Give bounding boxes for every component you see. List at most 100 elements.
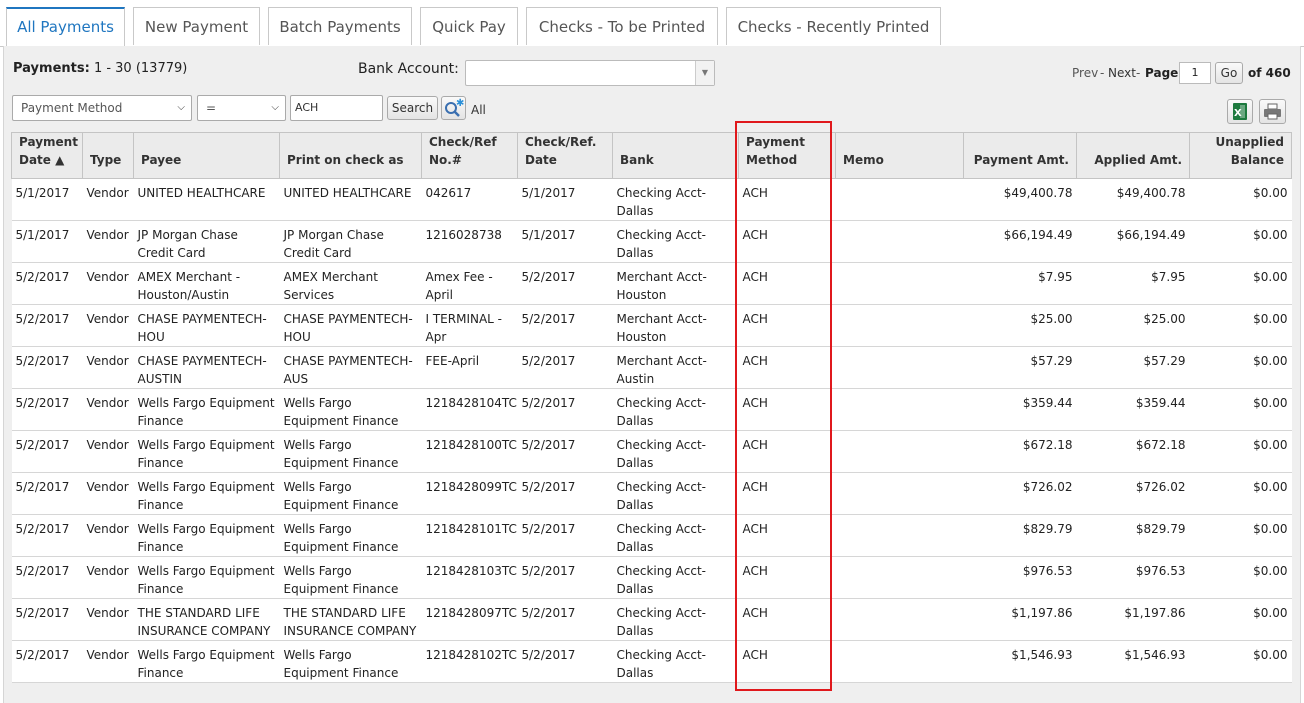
column-header-check-ref-no[interactable]: Check/Ref No.# <box>421 132 518 179</box>
column-header-check-ref-date[interactable]: Check/Ref. Date <box>517 132 613 179</box>
pager-sep: - <box>1136 66 1141 80</box>
column-header-bank[interactable]: Bank <box>612 132 739 179</box>
tab-quick-pay[interactable]: Quick Pay <box>420 7 518 45</box>
cell-bank: Merchant Acct-Houston <box>612 304 739 347</box>
cell-check-ref-no: I TERMINAL - Apr <box>421 304 518 347</box>
printer-icon[interactable] <box>1259 99 1286 124</box>
table-row[interactable]: 5/1/2017 Vendor UNITED HEALTHCARE UNITED HE… <box>11 178 1292 221</box>
cell-applied-amt: $726.02 <box>1076 472 1190 515</box>
table-row[interactable]: 5/2/2017 Vendor Wells Fargo Equipment Fina… <box>11 640 1292 683</box>
all-link[interactable]: All <box>471 103 486 117</box>
cell-payment-date: 5/2/2017 <box>11 556 83 599</box>
cell-unapplied-balance: $0.00 <box>1189 598 1292 641</box>
column-header-unapplied-balance[interactable]: Unapplied Balance <box>1189 132 1292 179</box>
column-header-payment-amt[interactable]: Payment Amt. <box>963 132 1077 179</box>
cell-type: Vendor <box>82 220 134 263</box>
tab-new-payment[interactable]: New Payment <box>133 7 260 45</box>
column-header-applied-amt[interactable]: Applied Amt. <box>1076 132 1190 179</box>
cell-check-ref-no: FEE-April <box>421 346 518 389</box>
tab-checks-recently-printed[interactable]: Checks - Recently Printed <box>726 7 941 45</box>
excel-icon[interactable]: X <box>1227 99 1253 124</box>
svg-text:✱: ✱ <box>456 98 464 109</box>
tab-checks-to-be-printed[interactable]: Checks - To be Printed <box>526 7 718 45</box>
column-header-print-on-check-as[interactable]: Print on check as <box>279 132 422 179</box>
cell-check-ref-no: 1218428104TC <box>421 388 518 431</box>
cell-check-ref-no: 1218428102TC <box>421 640 518 683</box>
cell-print-on-check-as: AMEX Merchant Services <box>279 262 422 305</box>
cell-print-on-check-as: Wells Fargo Equipment Finance <box>279 640 422 683</box>
search-button[interactable]: Search <box>387 96 438 120</box>
table-header-row: Payment Date ▲ Type Payee Print on check… <box>11 132 1292 179</box>
column-header-payee[interactable]: Payee <box>133 132 280 179</box>
cell-payment-date: 5/2/2017 <box>11 430 83 473</box>
table-row[interactable]: 5/2/2017 Vendor Wells Fargo Equipment Fina… <box>11 472 1292 515</box>
page-number-input[interactable]: 1 <box>1179 62 1211 84</box>
page-label: Page <box>1145 66 1178 80</box>
cell-bank: Checking Acct-Dallas <box>612 472 739 515</box>
page-total: of 460 <box>1248 66 1291 80</box>
tab-all-payments[interactable]: All Payments <box>6 7 125 47</box>
cell-unapplied-balance: $0.00 <box>1189 262 1292 305</box>
cell-unapplied-balance: $0.00 <box>1189 178 1292 221</box>
cell-payee: CHASE PAYMENTECH-HOU <box>133 304 280 347</box>
cell-type: Vendor <box>82 178 134 221</box>
cell-payment-amt: $7.95 <box>963 262 1077 305</box>
cell-check-ref-no: 1218428103TC <box>421 556 518 599</box>
cell-bank: Checking Acct-Dallas <box>612 430 739 473</box>
table-row[interactable]: 5/2/2017 Vendor THE STANDARD LIFE INSURANC… <box>11 598 1292 641</box>
table-row[interactable]: 5/2/2017 Vendor Wells Fargo Equipment Fina… <box>11 430 1292 473</box>
cell-payment-date: 5/2/2017 <box>11 304 83 347</box>
magnifier-star-icon-glyph: ✱ <box>445 98 464 117</box>
filter-operator-select[interactable]: = ⌵ <box>197 95 286 121</box>
cell-payment-date: 5/2/2017 <box>11 472 83 515</box>
pager-next[interactable]: Next <box>1108 66 1136 80</box>
tab-batch-payments[interactable]: Batch Payments <box>268 7 412 45</box>
cell-payee: THE STANDARD LIFE INSURANCE COMPANY <box>133 598 280 641</box>
cell-type: Vendor <box>82 304 134 347</box>
svg-text:X: X <box>1234 108 1242 119</box>
cell-applied-amt: $25.00 <box>1076 304 1190 347</box>
cell-unapplied-balance: $0.00 <box>1189 388 1292 431</box>
cell-check-ref-no: 1216028738 <box>421 220 518 263</box>
magnifier-star-icon[interactable]: ✱ <box>441 96 466 120</box>
table-row[interactable]: 5/2/2017 Vendor Wells Fargo Equipment Fina… <box>11 556 1292 599</box>
payments-table: Payment Date ▲ Type Payee Print on check… <box>11 132 1292 683</box>
cell-type: Vendor <box>82 388 134 431</box>
cell-check-ref-no: 1218428099TC <box>421 472 518 515</box>
filter-field-select[interactable]: Payment Method ⌵ <box>12 95 192 121</box>
pager-prev[interactable]: Prev <box>1072 66 1098 80</box>
cell-payment-amt: $672.18 <box>963 430 1077 473</box>
column-header-memo[interactable]: Memo <box>835 132 964 179</box>
table-row[interactable]: 5/1/2017 Vendor JP Morgan Chase Credit Car… <box>11 220 1292 263</box>
table-row[interactable]: 5/2/2017 Vendor Wells Fargo Equipment Fina… <box>11 388 1292 431</box>
page-total-text: of 460 <box>1248 66 1291 80</box>
table-row[interactable]: 5/2/2017 Vendor CHASE PAYMENTECH-AUSTIN CHA… <box>11 346 1292 389</box>
cell-check-ref-no: 1218428101TC <box>421 514 518 557</box>
cell-check-ref-date: 5/1/2017 <box>517 220 613 263</box>
cell-payee: Wells Fargo Equipment Finance <box>133 640 280 683</box>
cell-memo <box>835 178 964 221</box>
cell-print-on-check-as: THE STANDARD LIFE INSURANCE COMPANY <box>279 598 422 641</box>
column-header-type[interactable]: Type <box>82 132 134 179</box>
cell-payment-date: 5/1/2017 <box>11 220 83 263</box>
go-button[interactable]: Go <box>1215 62 1243 84</box>
filter-field-value: Payment Method <box>21 101 123 115</box>
table-row[interactable]: 5/2/2017 Vendor CHASE PAYMENTECH-HOU CHASE … <box>11 304 1292 347</box>
cell-bank: Checking Acct-Dallas <box>612 640 739 683</box>
filter-value-input[interactable]: ACH <box>290 95 383 121</box>
chevron-down-icon: ▼ <box>695 61 714 85</box>
cell-payment-amt: $66,194.49 <box>963 220 1077 263</box>
cell-print-on-check-as: CHASE PAYMENTECH-HOU <box>279 304 422 347</box>
table-row[interactable]: 5/2/2017 Vendor AMEX Merchant - Houston/Au… <box>11 262 1292 305</box>
cell-payment-date: 5/2/2017 <box>11 598 83 641</box>
cell-bank: Merchant Acct-Austin <box>612 346 739 389</box>
column-header-payment-date[interactable]: Payment Date ▲ <box>11 132 83 179</box>
cell-payee: UNITED HEALTHCARE <box>133 178 280 221</box>
table-row[interactable]: 5/2/2017 Vendor Wells Fargo Equipment Fina… <box>11 514 1292 557</box>
bank-account-select[interactable]: ▼ <box>465 60 715 86</box>
cell-check-ref-no: Amex Fee - April <box>421 262 518 305</box>
printer-icon-glyph <box>1264 103 1281 120</box>
cell-type: Vendor <box>82 262 134 305</box>
cell-payee: Wells Fargo Equipment Finance <box>133 514 280 557</box>
cell-check-ref-date: 5/2/2017 <box>517 598 613 641</box>
